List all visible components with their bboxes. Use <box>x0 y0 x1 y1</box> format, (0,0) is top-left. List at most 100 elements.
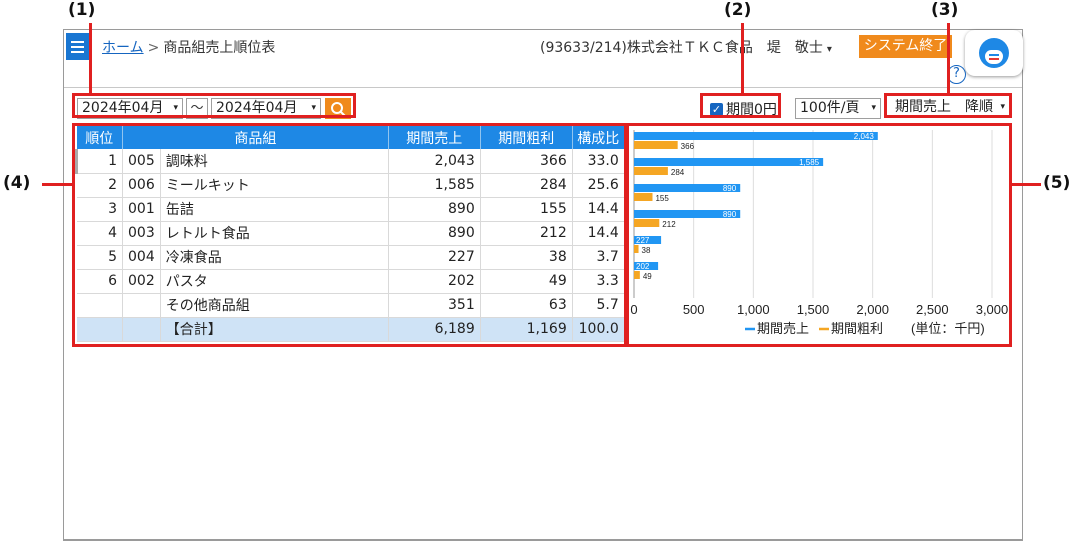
cell-profit: 63 <box>480 293 573 318</box>
chart-bar-profit <box>634 167 668 175</box>
assistant-face-icon <box>979 38 1009 68</box>
annotation-label-1: (1) <box>68 0 96 20</box>
cell-ratio: 14.4 <box>572 197 625 222</box>
search-icon <box>331 101 346 117</box>
cell-sales: 227 <box>388 245 481 270</box>
chart-data-label-profit: 38 <box>642 246 651 255</box>
cell-name: 冷凍食品 <box>160 245 389 270</box>
system-exit-button[interactable]: システム終了 <box>859 35 952 58</box>
cell-ratio: 14.4 <box>572 221 625 246</box>
header-divider <box>64 87 1022 88</box>
chart-data-label-sales: 202 <box>636 262 650 271</box>
cell-profit: 284 <box>480 173 573 198</box>
cell-profit: 366 <box>480 149 573 174</box>
annotation-connector-2 <box>741 23 744 96</box>
cell-ratio: 3.3 <box>572 269 625 294</box>
ranking-table: 順位 商品組 期間売上 期間粗利 構成比 1 005 調味料 2,043 366 33.0… <box>75 126 625 342</box>
annotation-label-5: (5) <box>1043 173 1071 193</box>
cell-name: パスタ <box>160 269 389 294</box>
cell-code: 004 <box>122 245 161 270</box>
chart-xtick-label: 1,500 <box>797 302 830 317</box>
total-cell-sales: 6,189 <box>388 317 481 342</box>
cell-name: その他商品組 <box>160 293 389 318</box>
cell-name: レトルト食品 <box>160 221 389 246</box>
annotation-connector-5 <box>1011 183 1041 186</box>
chevron-down-icon: ▾ <box>826 44 832 55</box>
header-ratio[interactable]: 構成比 <box>572 126 625 149</box>
assistant-avatar[interactable] <box>965 30 1023 76</box>
total-cell-name: 【合計】 <box>160 317 389 342</box>
app-window: ホーム > 商品組売上順位表 (93633/214)株式会社ＴＫＣ食品 堤 敬士 ▾ … <box>63 29 1023 541</box>
per-page-select[interactable]: 100件/頁 ▾ <box>795 98 881 119</box>
menu-icon[interactable] <box>66 33 89 60</box>
cell-ratio: 25.6 <box>572 173 625 198</box>
chart-data-label-profit: 366 <box>681 142 695 151</box>
table-header-row: 順位 商品組 期間売上 期間粗利 構成比 <box>76 126 625 149</box>
chart-bar-profit <box>634 245 639 253</box>
chart-data-label-sales: 227 <box>636 236 650 245</box>
cell-profit: 212 <box>480 221 573 246</box>
header-group[interactable]: 商品組 <box>122 126 389 149</box>
chart-xtick-label: 2,000 <box>856 302 889 317</box>
table-row[interactable]: その他商品組 351 63 5.7 <box>76 293 625 318</box>
total-cell-rank <box>76 317 123 342</box>
bar-chart: 0 500 1,000 1,500 2,000 2,500 3,000 2,043 366 1,5… <box>630 126 1010 346</box>
company-user-menu[interactable]: (93633/214)株式会社ＴＫＣ食品 堤 敬士 ▾ <box>540 37 832 57</box>
cell-code: 002 <box>122 269 161 294</box>
table-row[interactable]: 5 004 冷凍食品 227 38 3.7 <box>76 245 625 270</box>
cell-name: 缶詰 <box>160 197 389 222</box>
per-page-value: 100件/頁 <box>800 100 860 116</box>
header-rank[interactable]: 順位 <box>76 126 123 149</box>
chart-data-label-profit: 49 <box>643 272 652 281</box>
chart-bar-profit <box>634 219 660 227</box>
chart-data-label-sales: 890 <box>723 210 737 219</box>
cell-code: 003 <box>122 221 161 246</box>
chart-bar-sales <box>634 158 824 166</box>
total-cell-code <box>122 317 161 342</box>
date-to-select[interactable]: 2024年04月 ▾ <box>211 98 321 119</box>
chart-bar-profit <box>634 141 678 149</box>
cell-profit: 49 <box>480 269 573 294</box>
table-row[interactable]: 6 002 パスタ 202 49 3.3 <box>76 269 625 294</box>
cell-name: 調味料 <box>160 149 389 174</box>
chevron-down-icon: ▾ <box>1000 102 1005 112</box>
date-to-value: 2024年04月 <box>216 100 298 116</box>
annotation-label-3: (3) <box>931 0 959 20</box>
table-row[interactable]: 1 005 調味料 2,043 366 33.0 <box>75 149 625 174</box>
company-user-label: (93633/214)株式会社ＴＫＣ食品 堤 敬士 <box>540 40 823 56</box>
cell-sales: 890 <box>388 221 481 246</box>
chevron-down-icon: ▾ <box>311 103 316 113</box>
page-title: 商品組売上順位表 <box>163 40 276 56</box>
total-cell-profit: 1,169 <box>480 317 573 342</box>
date-from-select[interactable]: 2024年04月 ▾ <box>77 98 183 119</box>
zero-period-checkbox[interactable]: ✓ 期間0円 <box>710 99 777 119</box>
table-row[interactable]: 3 001 缶詰 890 155 14.4 <box>76 197 625 222</box>
cell-code <box>122 293 161 318</box>
cell-sales: 351 <box>388 293 481 318</box>
checkbox-checked-icon: ✓ <box>710 102 723 116</box>
chart-xtick-label: 3,000 <box>976 302 1009 317</box>
annotation-label-2: (2) <box>724 0 752 20</box>
table-row[interactable]: 2 006 ミールキット 1,585 284 25.6 <box>76 173 625 198</box>
chart-data-label-profit: 284 <box>671 168 685 177</box>
sort-select[interactable]: 期間売上 降順 ▾ <box>891 98 1009 119</box>
cell-rank <box>76 293 123 318</box>
search-button[interactable] <box>325 98 351 119</box>
chart-data-label-profit: 212 <box>662 220 676 229</box>
header-profit[interactable]: 期間粗利 <box>480 126 573 149</box>
cell-sales: 1,585 <box>388 173 481 198</box>
chart-legend-label: 期間粗利 <box>831 321 883 336</box>
cell-rank: 2 <box>76 173 123 198</box>
home-link[interactable]: ホーム <box>102 40 144 56</box>
chart-unit-label: (単位：千円) <box>911 321 985 336</box>
date-range-tilde: 〜 <box>186 98 208 119</box>
table-row[interactable]: 4 003 レトルト食品 890 212 14.4 <box>76 221 625 246</box>
chart-xtick-label: 1,000 <box>737 302 770 317</box>
annotation-connector-1 <box>89 23 92 96</box>
cell-rank: 1 <box>75 149 123 174</box>
annotation-connector-3 <box>947 23 950 96</box>
cell-name: ミールキット <box>160 173 389 198</box>
header-sales[interactable]: 期間売上 <box>388 126 481 149</box>
annotation-connector-4 <box>42 183 72 186</box>
annotation-label-4: (4) <box>3 173 31 193</box>
